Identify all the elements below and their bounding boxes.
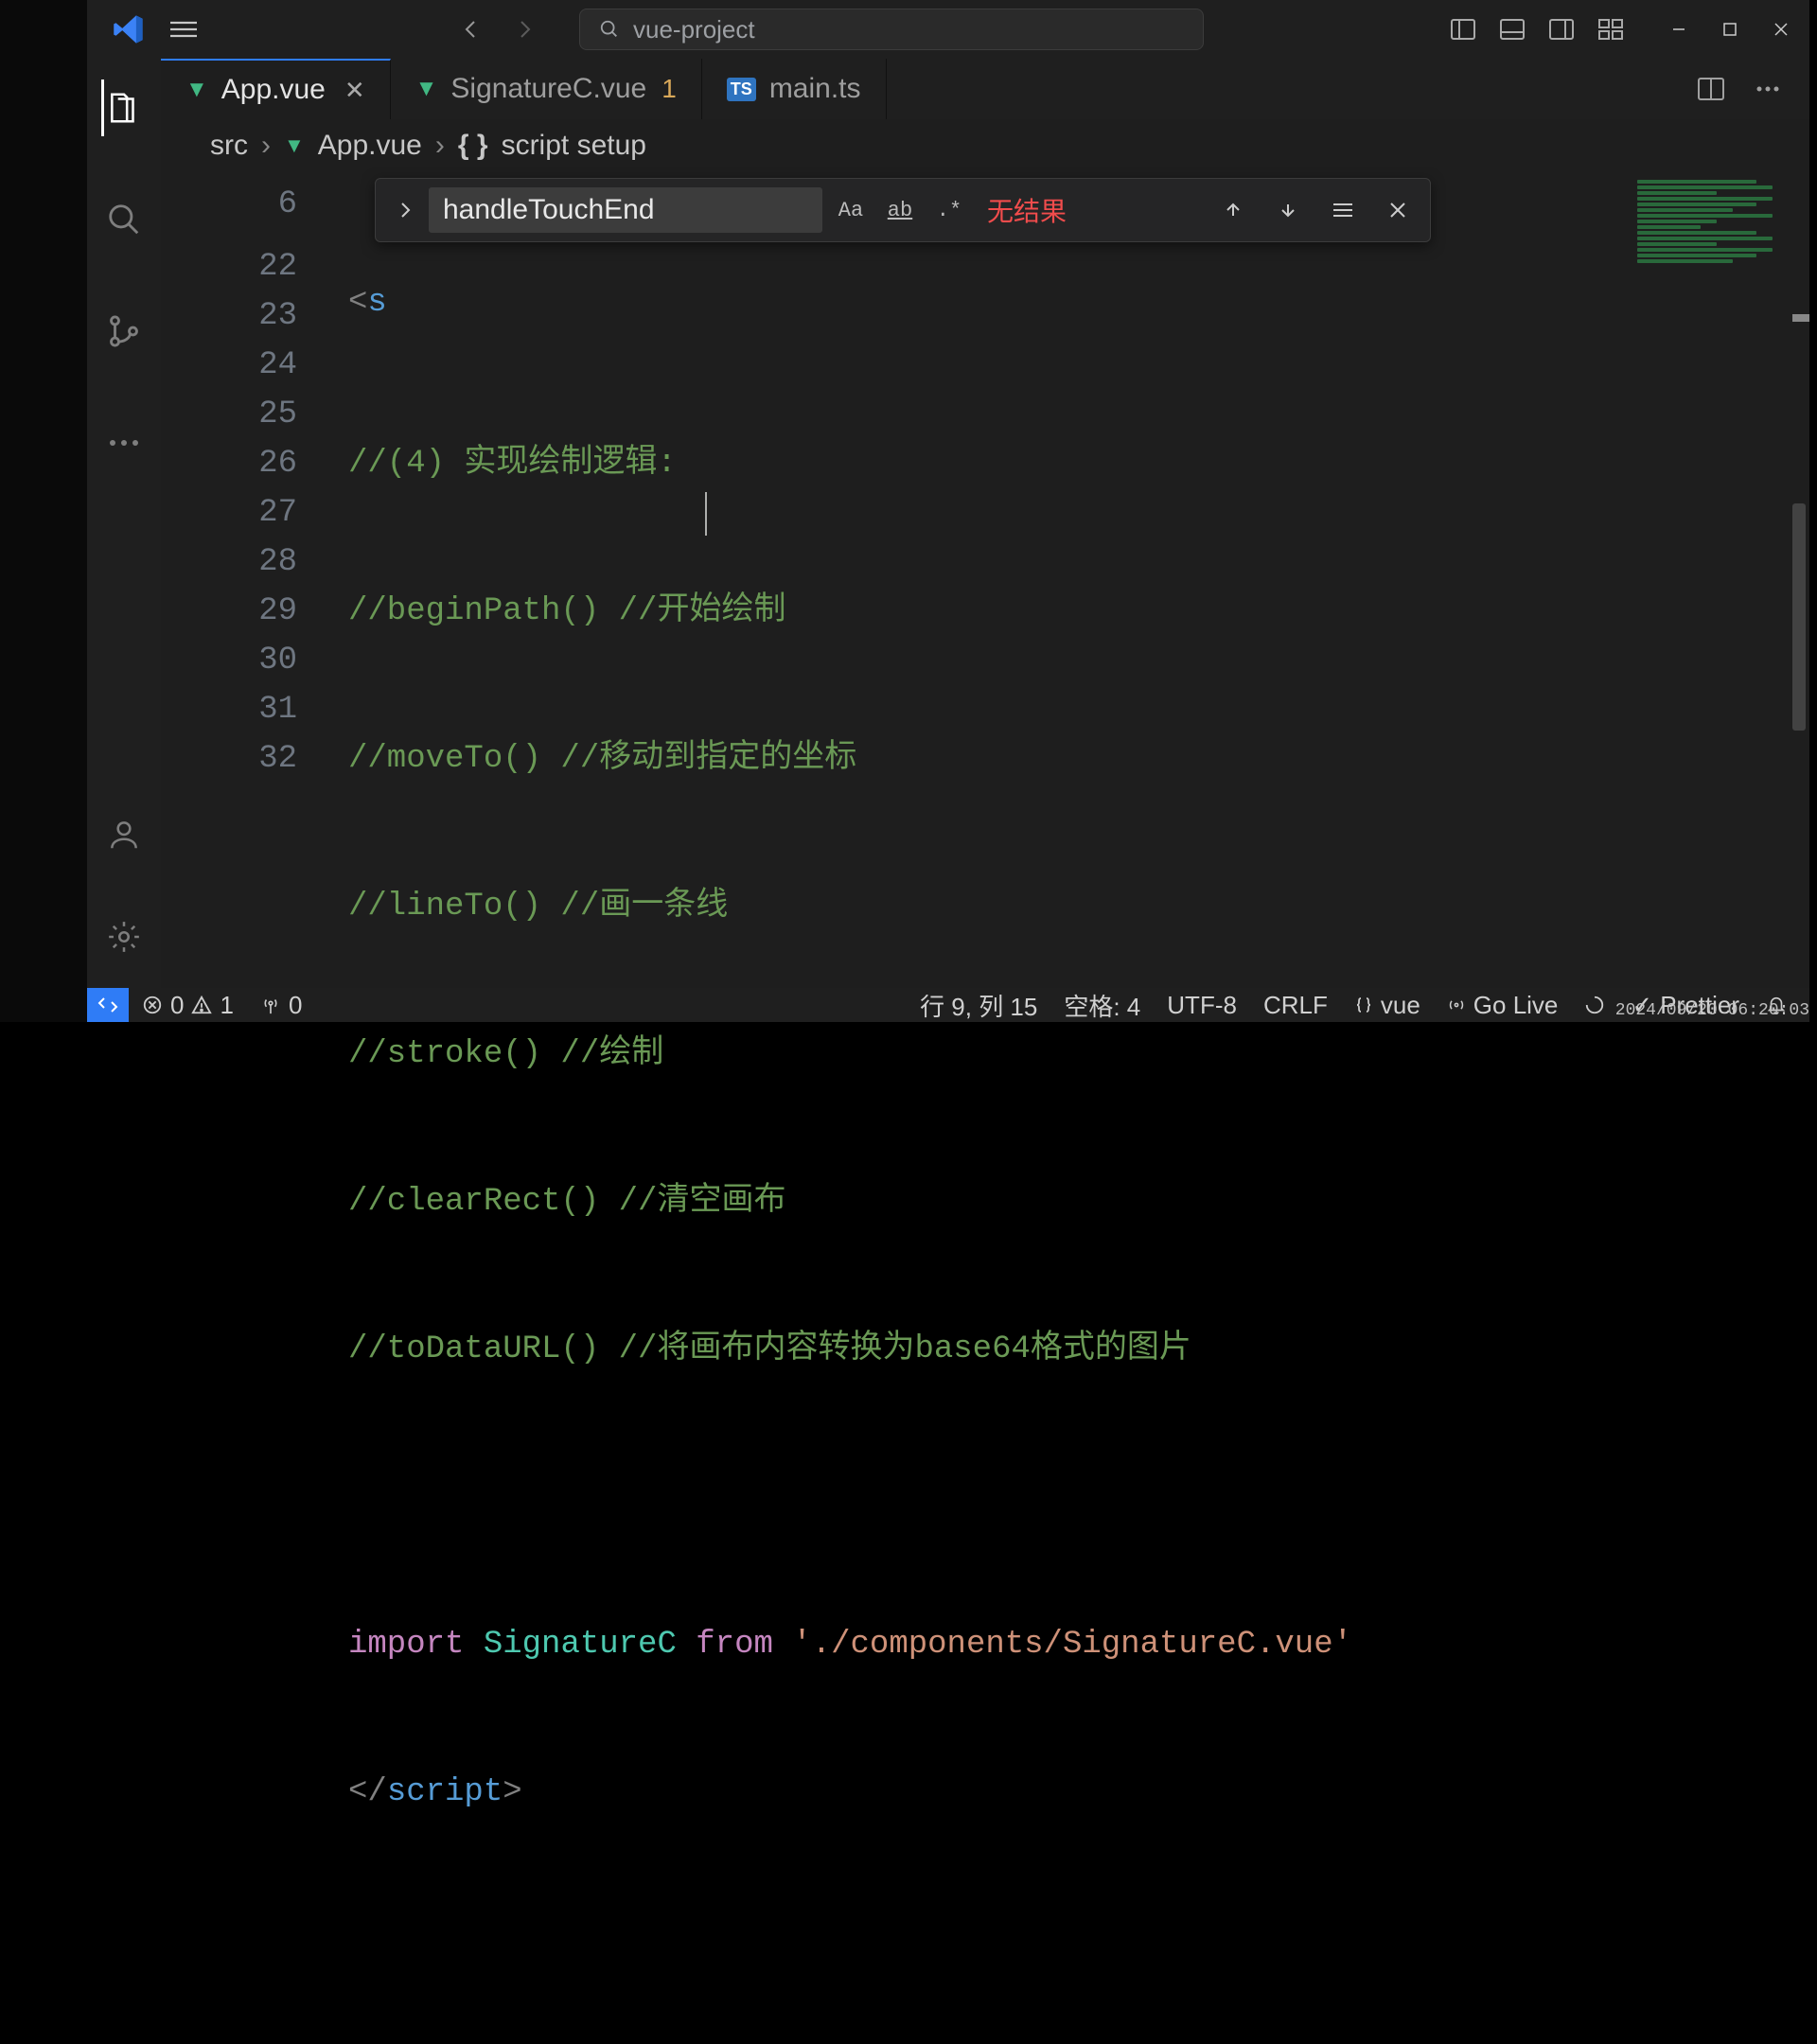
nav-forward-button[interactable]	[503, 9, 545, 50]
command-center-search[interactable]: vue-project	[579, 9, 1204, 50]
ports-status[interactable]: 0	[247, 991, 315, 1020]
window-close-button[interactable]	[1760, 9, 1802, 50]
language-mode-status[interactable]: vue	[1341, 991, 1434, 1020]
vue-file-icon: ▼	[185, 77, 208, 103]
vue-file-icon: ▼	[415, 76, 438, 102]
tab-app-vue[interactable]: ▼ App.vue ✕	[161, 59, 391, 119]
tab-label: App.vue	[221, 74, 326, 106]
tab-label: main.ts	[769, 73, 861, 105]
vscode-logo-icon	[112, 12, 146, 46]
radio-tower-icon	[260, 995, 281, 1015]
line-number-gutter: 6 2223 2425 2627 2829 3031 32	[161, 172, 326, 784]
layout-customize-icon[interactable]	[1590, 9, 1632, 50]
source-control-activity-icon[interactable]	[101, 308, 147, 354]
warning-icon	[191, 995, 212, 1015]
breadcrumb-symbol: script setup	[502, 130, 646, 162]
vue-file-icon: ▼	[284, 133, 305, 158]
find-input[interactable]	[429, 187, 822, 233]
minimap[interactable]	[1632, 178, 1791, 386]
tab-main-ts[interactable]: TS main.ts	[702, 59, 887, 119]
braces-icon	[1354, 996, 1373, 1014]
tab-signaturec-vue[interactable]: ▼ SignatureC.vue 1	[391, 59, 702, 119]
find-result-count: 无结果	[987, 191, 1067, 229]
text-cursor	[705, 492, 707, 536]
loading-spinner-icon	[1584, 995, 1605, 1015]
regex-toggle[interactable]: .*	[928, 189, 970, 231]
search-placeholder: vue-project	[633, 15, 755, 44]
encoding-status[interactable]: UTF-8	[1154, 991, 1250, 1020]
layout-panel-icon[interactable]	[1491, 9, 1533, 50]
find-close-button[interactable]	[1379, 191, 1417, 229]
problems-status[interactable]: 0 1	[129, 991, 247, 1020]
chevron-right-icon: ›	[261, 130, 271, 162]
tab-problems-badge: 1	[662, 74, 677, 104]
find-widget: Aa ab .* 无结果	[375, 178, 1431, 242]
find-expand-toggle[interactable]	[389, 194, 421, 226]
remote-indicator[interactable]	[87, 988, 129, 1022]
code-content: <s //(4) 实现绘制逻辑: //beginPath() //开始绘制 //…	[348, 180, 1620, 2044]
nav-back-button[interactable]	[450, 9, 492, 50]
overview-ruler-mark	[1792, 314, 1809, 322]
match-whole-word-toggle[interactable]: ab	[879, 189, 921, 231]
status-bar: 0 1 0 行 9, 列 15 空格: 4 UTF-8 CRLF vue Go …	[87, 988, 1809, 1022]
go-live-status[interactable]: Go Live	[1434, 991, 1572, 1020]
error-icon	[142, 995, 163, 1015]
indentation-status[interactable]: 空格: 4	[1050, 988, 1154, 1023]
tab-close-button[interactable]: ✕	[344, 76, 365, 105]
menu-button[interactable]	[163, 9, 204, 50]
match-case-toggle[interactable]: Aa	[830, 189, 872, 231]
ts-file-icon: TS	[727, 78, 756, 101]
find-next-button[interactable]	[1269, 191, 1307, 229]
cursor-position-status[interactable]: 行 9, 列 15	[907, 988, 1050, 1023]
find-in-selection-toggle[interactable]	[1324, 191, 1362, 229]
layout-secondary-sidebar-icon[interactable]	[1541, 9, 1582, 50]
breadcrumb-file: App.vue	[318, 130, 422, 162]
search-icon	[599, 19, 620, 40]
broadcast-icon	[1447, 996, 1466, 1014]
accounts-activity-icon[interactable]	[101, 812, 147, 857]
code-editor[interactable]: 6 2223 2425 2627 2829 3031 32 <s //(4) 实…	[161, 172, 1809, 988]
vertical-scrollbar[interactable]	[1792, 503, 1806, 731]
layout-primary-sidebar-icon[interactable]	[1442, 9, 1484, 50]
more-actions-button[interactable]	[1749, 70, 1787, 108]
settings-activity-icon[interactable]	[101, 914, 147, 960]
window-maximize-button[interactable]	[1709, 9, 1751, 50]
breadcrumb-folder: src	[210, 130, 248, 162]
vscode-window: vue-project ▼ App.vue ✕ ▼ SignatureC.vue…	[87, 0, 1809, 988]
symbol-braces-icon: { }	[458, 130, 488, 162]
tab-label: SignatureC.vue	[450, 73, 646, 105]
title-bar: vue-project	[87, 0, 1809, 59]
split-editor-button[interactable]	[1692, 70, 1730, 108]
more-activity-icon[interactable]	[101, 420, 147, 466]
window-minimize-button[interactable]	[1658, 9, 1700, 50]
search-activity-icon[interactable]	[101, 197, 147, 242]
editor-tabs: ▼ App.vue ✕ ▼ SignatureC.vue 1 TS main.t…	[161, 59, 1809, 119]
find-prev-button[interactable]	[1214, 191, 1252, 229]
breadcrumb[interactable]: src › ▼ App.vue › { } script setup	[161, 119, 1809, 172]
os-taskbar-left	[0, 0, 87, 1022]
chevron-right-icon: ›	[435, 130, 445, 162]
explorer-activity-icon[interactable]	[101, 85, 147, 131]
screenshot-timestamp: 2024/09/20 06:20:03	[1615, 1001, 1809, 1020]
eol-status[interactable]: CRLF	[1250, 991, 1341, 1020]
loading-status	[1571, 995, 1618, 1015]
activity-bar	[87, 59, 161, 988]
